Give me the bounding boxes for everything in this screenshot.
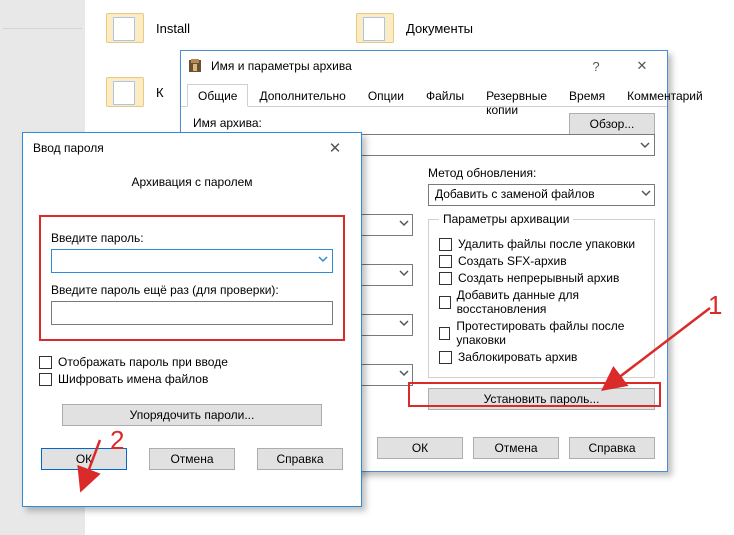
help-button[interactable]: ? bbox=[577, 56, 615, 76]
checkbox-icon bbox=[439, 296, 451, 309]
folder-item[interactable]: Install bbox=[100, 6, 310, 50]
checkbox-icon bbox=[39, 356, 52, 369]
subtitle: Архивация с паролем bbox=[23, 163, 361, 195]
tab-advanced[interactable]: Дополнительно bbox=[248, 84, 356, 107]
checkbox-icon bbox=[439, 327, 450, 340]
checkbox-icon bbox=[439, 272, 452, 285]
checkbox-icon bbox=[439, 351, 452, 364]
browse-button[interactable]: Обзор... bbox=[569, 113, 655, 135]
organize-passwords-button[interactable]: Упорядочить пароли... bbox=[62, 404, 322, 426]
folder-item[interactable]: Документы bbox=[350, 6, 560, 50]
checkbox-icon bbox=[439, 255, 452, 268]
password-fields-highlight: Введите пароль: Введите пароль ещё раз (… bbox=[39, 215, 345, 341]
chevron-down-icon bbox=[399, 317, 409, 331]
chevron-down-icon bbox=[636, 135, 654, 155]
params-legend: Параметры архивации bbox=[439, 212, 573, 226]
check-sfx[interactable]: Создать SFX-архив bbox=[439, 254, 644, 268]
password-dialog: Ввод пароля ✕ Архивация с паролем Введит… bbox=[22, 132, 362, 507]
tab-comment[interactable]: Комментарий bbox=[616, 84, 714, 107]
chevron-down-icon bbox=[641, 187, 651, 201]
tab-options[interactable]: Опции bbox=[357, 84, 415, 107]
tab-time[interactable]: Время bbox=[558, 84, 616, 107]
titlebar[interactable]: Имя и параметры архива ? ✕ bbox=[181, 51, 667, 81]
checkbox-icon bbox=[439, 238, 452, 251]
check-show-password[interactable]: Отображать пароль при вводе bbox=[39, 355, 345, 369]
dialog-title: Имя и параметры архива bbox=[211, 59, 569, 73]
chevron-down-icon bbox=[318, 253, 328, 267]
folder-icon bbox=[356, 13, 394, 43]
dialog-buttons: ОК Отмена Справка bbox=[377, 437, 655, 459]
annotation-number-1: 1 bbox=[708, 290, 722, 321]
folder-icon bbox=[106, 13, 144, 43]
update-label: Метод обновления: bbox=[428, 166, 655, 180]
folder-icon bbox=[106, 77, 144, 107]
chevron-down-icon bbox=[399, 367, 409, 381]
check-encrypt-names[interactable]: Шифровать имена файлов bbox=[39, 372, 345, 386]
enter-password-label: Введите пароль: bbox=[51, 231, 333, 245]
tab-files[interactable]: Файлы bbox=[415, 84, 475, 107]
folder-name: Документы bbox=[406, 21, 473, 36]
help-button[interactable]: Справка bbox=[257, 448, 343, 470]
check-recovery[interactable]: Добавить данные для восстановления bbox=[439, 288, 644, 316]
titlebar[interactable]: Ввод пароля ✕ bbox=[23, 133, 361, 163]
update-select[interactable]: Добавить с заменой файлов bbox=[428, 184, 655, 206]
cancel-button[interactable]: Отмена bbox=[473, 437, 559, 459]
ok-button[interactable]: ОК bbox=[377, 437, 463, 459]
password-confirm-input[interactable] bbox=[51, 301, 333, 325]
divider bbox=[3, 28, 82, 29]
app-icon bbox=[187, 58, 203, 74]
chevron-down-icon bbox=[399, 267, 409, 281]
set-password-button[interactable]: Установить пароль... bbox=[428, 388, 655, 410]
help-button[interactable]: Справка bbox=[569, 437, 655, 459]
dialog-buttons: ОК Отмена Справка bbox=[39, 448, 345, 470]
folder-name: Install bbox=[156, 21, 190, 36]
dialog-title: Ввод пароля bbox=[29, 141, 307, 155]
folder-name: К bbox=[156, 85, 164, 100]
check-solid[interactable]: Создать непрерывный архив bbox=[439, 271, 644, 285]
close-button[interactable]: ✕ bbox=[623, 56, 661, 76]
checkbox-icon bbox=[39, 373, 52, 386]
tab-general[interactable]: Общие bbox=[187, 84, 248, 107]
check-test[interactable]: Протестировать файлы после упаковки bbox=[439, 319, 644, 347]
cancel-button[interactable]: Отмена bbox=[149, 448, 235, 470]
check-delete-after[interactable]: Удалить файлы после упаковки bbox=[439, 237, 644, 251]
close-button[interactable]: ✕ bbox=[315, 138, 355, 158]
update-value: Добавить с заменой файлов bbox=[435, 187, 595, 201]
params-fieldset: Параметры архивации Удалить файлы после … bbox=[428, 212, 655, 378]
password-input[interactable] bbox=[51, 249, 333, 273]
check-lock[interactable]: Заблокировать архив bbox=[439, 350, 644, 364]
annotation-number-2: 2 bbox=[110, 425, 124, 456]
tabs: Общие Дополнительно Опции Файлы Резервны… bbox=[181, 83, 667, 107]
tab-backup[interactable]: Резервные копии bbox=[475, 84, 558, 107]
chevron-down-icon bbox=[399, 217, 409, 231]
reenter-password-label: Введите пароль ещё раз (для проверки): bbox=[51, 283, 333, 297]
